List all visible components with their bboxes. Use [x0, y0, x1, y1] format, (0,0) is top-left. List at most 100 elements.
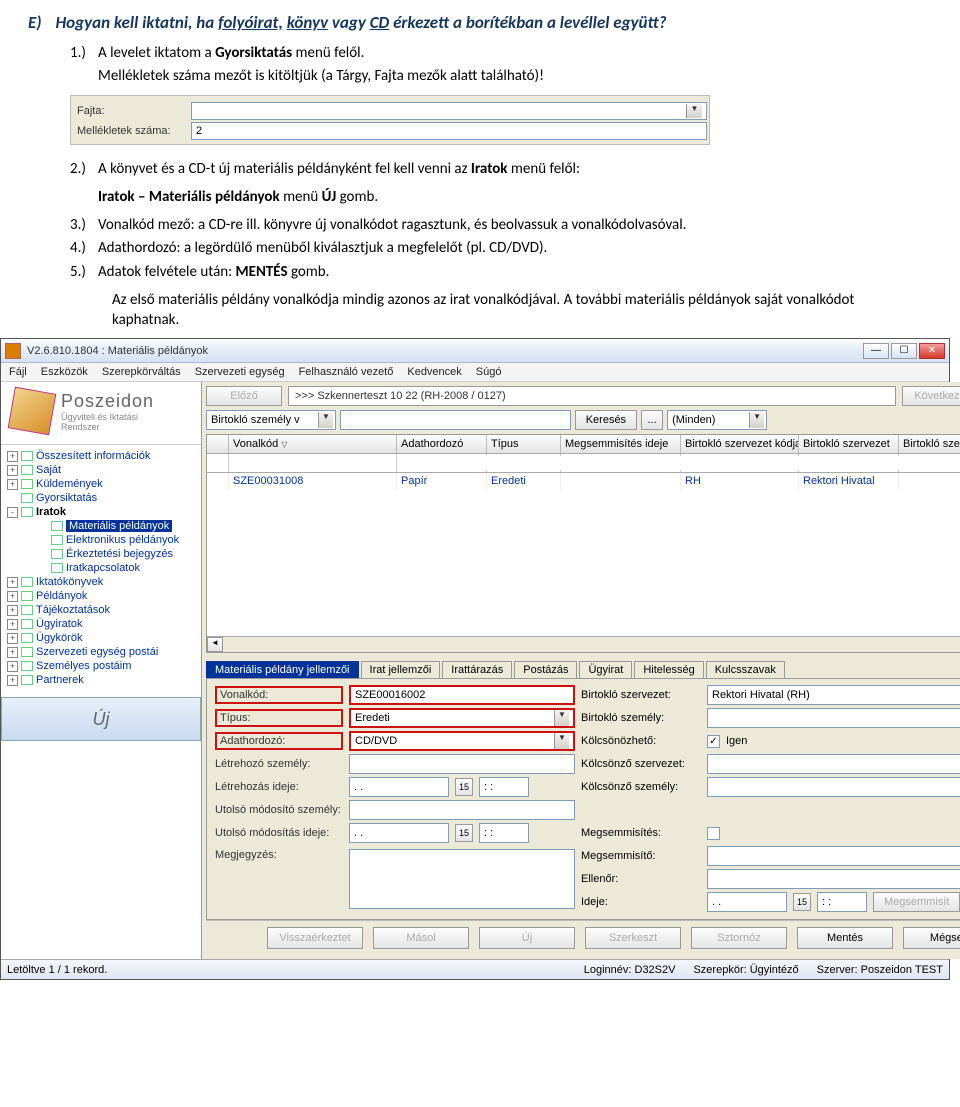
megsemmisit-button[interactable]: Megsemmisít — [873, 892, 960, 912]
tab-ugyirat[interactable]: Ügyirat — [579, 661, 632, 678]
expand-icon[interactable]: + — [7, 661, 18, 672]
expand-icon[interactable]: + — [7, 647, 18, 658]
mellekletek-input[interactable]: 2 — [191, 122, 707, 140]
expand-icon[interactable]: + — [7, 619, 18, 630]
expand-icon[interactable]: + — [7, 605, 18, 616]
leaf-icon[interactable] — [37, 521, 48, 532]
leaf-icon[interactable] — [37, 535, 48, 546]
action-másol[interactable]: Másol — [373, 927, 469, 949]
expand-icon[interactable]: + — [7, 591, 18, 602]
big-new-button[interactable]: Új — [1, 697, 201, 741]
grid-header-adathordozo[interactable]: Adathordozó — [397, 435, 487, 453]
calendar-icon[interactable]: 15 — [455, 778, 473, 796]
tree-node[interactable]: +Tájékoztatások — [5, 603, 201, 617]
tab-irattarazas[interactable]: Irattárazás — [442, 661, 512, 678]
action-mégsem[interactable]: Mégsem — [903, 927, 960, 949]
search-button[interactable]: Keresés — [575, 410, 637, 430]
grid-header-birtoklo-szerv[interactable]: Birtokló szervezet — [799, 435, 899, 453]
tree-node[interactable]: +Példányok — [5, 589, 201, 603]
expand-icon[interactable]: + — [7, 633, 18, 644]
tree-node[interactable]: +Iktatókönyvek — [5, 575, 201, 589]
grid-header-birtoklo-keresztnev[interactable]: Birtokló személy keresztneve — [899, 435, 960, 453]
minimize-button[interactable]: — — [863, 343, 889, 359]
tree-node[interactable]: +Saját — [5, 463, 201, 477]
input-vonalkod[interactable]: SZE00016002 — [349, 685, 575, 705]
tab-materialis-jellemzoi[interactable]: Materiális példány jellemzői — [206, 661, 359, 678]
expand-icon[interactable]: + — [7, 479, 18, 490]
action-visszaérkeztet[interactable]: Visszaérkeztet — [267, 927, 363, 949]
menu-felhasznalo-vezeto[interactable]: Felhasználó vezető — [299, 366, 394, 378]
grid-header-birtoklo-kod[interactable]: Birtokló szervezet kódja — [681, 435, 799, 453]
tab-hitelesseg[interactable]: Hitelesség — [634, 661, 703, 678]
input-kolcsonzo-szemely[interactable] — [707, 777, 960, 797]
scroll-left-icon[interactable]: ◄ — [207, 637, 223, 652]
tab-kulcsszavak[interactable]: Kulcsszavak — [706, 661, 785, 678]
collapse-icon[interactable]: - — [7, 507, 18, 518]
maximize-button[interactable]: ☐ — [891, 343, 917, 359]
expand-icon[interactable]: + — [7, 451, 18, 462]
fajta-dropdown[interactable]: ▼ — [191, 102, 707, 120]
menu-szervezeti-egyseg[interactable]: Szervezeti egység — [195, 366, 285, 378]
search-input[interactable] — [340, 410, 571, 430]
textarea-megjegyzes[interactable] — [349, 849, 575, 909]
search-options-button[interactable]: ... — [641, 410, 663, 430]
grid-filter-birtoklo-kereszt[interactable] — [901, 456, 960, 470]
input-megsemmisito[interactable] — [707, 846, 960, 866]
tree-node[interactable]: -Iratok — [5, 505, 201, 519]
checkbox-kolcsonozheto[interactable]: ✓ — [707, 735, 720, 748]
input-letrehozas-time[interactable]: : : — [479, 777, 529, 797]
action-új[interactable]: Új — [479, 927, 575, 949]
filter-minden-dropdown[interactable]: (Minden)▼ — [667, 410, 767, 430]
tree-node[interactable]: Iratkapcsolatok — [5, 561, 201, 575]
tree-node[interactable]: +Összesített információk — [5, 449, 201, 463]
input-utolso-mod-date[interactable]: . . — [349, 823, 449, 843]
expand-icon[interactable]: + — [7, 465, 18, 476]
input-ellenor[interactable] — [707, 869, 960, 889]
expand-icon[interactable]: + — [7, 577, 18, 588]
input-kolcsonzo-szervezet[interactable] — [707, 754, 960, 774]
tree-node[interactable]: Érkeztetési bejegyzés — [5, 547, 201, 561]
grid-corner[interactable] — [207, 435, 229, 453]
tree-node[interactable]: Elektronikus példányok — [5, 533, 201, 547]
leaf-icon[interactable] — [7, 493, 18, 504]
tree-node[interactable]: +Szervezeti egység postái — [5, 645, 201, 659]
search-field-dropdown[interactable]: Birtokló személy v▼ — [206, 410, 336, 430]
input-megsemm-time[interactable]: : : — [817, 892, 867, 912]
tree-node[interactable]: +Küldemények — [5, 477, 201, 491]
dropdown-tipus[interactable]: Eredeti▼ — [349, 708, 575, 728]
tree-node[interactable]: +Személyes postáim — [5, 659, 201, 673]
tab-irat-jellemzoi[interactable]: Irat jellemzői — [361, 661, 441, 678]
input-letrehozo-szemely[interactable] — [349, 754, 575, 774]
tab-postazas[interactable]: Postázás — [514, 661, 577, 678]
calendar-icon[interactable]: 15 — [455, 824, 473, 842]
prev-button[interactable]: Előző — [206, 386, 282, 406]
tree-node[interactable]: +Ügyiratok — [5, 617, 201, 631]
input-birtoklo-szervezet[interactable]: Rektori Hivatal (RH) — [707, 685, 960, 705]
action-sztornóz[interactable]: Sztornóz — [691, 927, 787, 949]
grid-header-tipus[interactable]: Típus — [487, 435, 561, 453]
tree-node[interactable]: +Ügykörök — [5, 631, 201, 645]
expand-icon[interactable]: + — [7, 675, 18, 686]
menu-sugo[interactable]: Súgó — [476, 366, 502, 378]
grid-filter-vonalkod[interactable] — [231, 456, 394, 470]
dropdown-adathordozo[interactable]: CD/DVD▼ — [349, 731, 575, 751]
input-birtoklo-szemely[interactable] — [707, 708, 960, 728]
tree-node[interactable]: Gyorsiktatás — [5, 491, 201, 505]
tree-node[interactable]: Materiális példányok — [5, 519, 201, 533]
input-utolso-mod-time[interactable]: : : — [479, 823, 529, 843]
input-utolso-modosito[interactable] — [349, 800, 575, 820]
input-letrehozas-date[interactable]: . . — [349, 777, 449, 797]
grid-header-vonalkod[interactable]: Vonalkód▽ — [229, 435, 397, 453]
action-szerkeszt[interactable]: Szerkeszt — [585, 927, 681, 949]
grid-hscrollbar[interactable]: ◄ ► — [207, 636, 960, 652]
action-mentés[interactable]: Mentés — [797, 927, 893, 949]
menu-fajl[interactable]: Fájl — [9, 366, 27, 378]
next-button[interactable]: Következő — [902, 386, 960, 406]
table-row[interactable]: SZE00031008 Papír Eredeti RH Rektori Hiv… — [207, 473, 960, 490]
tree-node[interactable]: +Partnerek — [5, 673, 201, 687]
menu-eszkozok[interactable]: Eszközök — [41, 366, 88, 378]
leaf-icon[interactable] — [37, 549, 48, 560]
grid-header-megsemmisites[interactable]: Megsemmisítés ideje — [561, 435, 681, 453]
checkbox-megsemmisites[interactable] — [707, 827, 720, 840]
leaf-icon[interactable] — [37, 563, 48, 574]
